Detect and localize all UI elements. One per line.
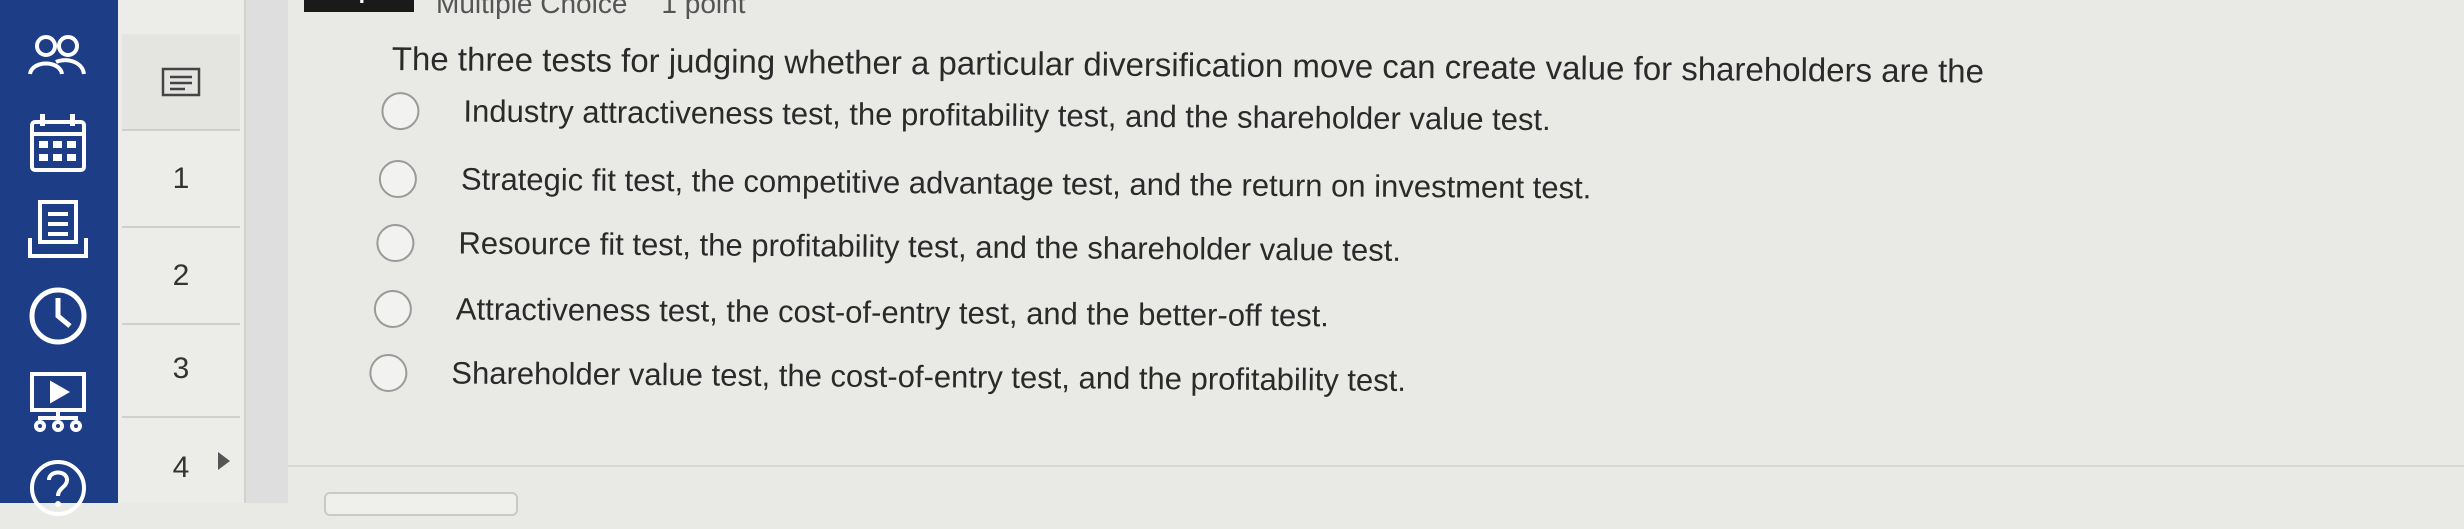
answer-label: Resource fit test, the profitability tes… [458, 225, 1402, 268]
clock-icon[interactable] [22, 280, 94, 352]
question-meta: Multiple Choice 1 point [436, 0, 780, 20]
gutter [246, 0, 288, 503]
question-link-2[interactable]: 2 [122, 228, 240, 325]
answer-option-3[interactable]: Resource fit test, the profitability tes… [376, 223, 1402, 270]
question-link-1[interactable]: 1 [122, 131, 240, 228]
radio-button[interactable] [378, 159, 418, 199]
question-points: 1 point [661, 0, 746, 19]
question-list-toggle[interactable] [122, 34, 240, 131]
question-number: 4 [304, 0, 414, 12]
list-icon [161, 67, 201, 96]
inbox-icon[interactable] [22, 194, 94, 266]
radio-button[interactable] [376, 223, 415, 263]
question-link-3[interactable]: 3 [122, 321, 240, 418]
radio-button[interactable] [381, 91, 420, 131]
answer-label: Shareholder value test, the cost-of-entr… [451, 355, 1407, 398]
answer-option-5[interactable]: Shareholder value test, the cost-of-entr… [369, 353, 1407, 400]
commons-icon[interactable] [22, 366, 94, 438]
question-navigator: 1 2 3 4 [118, 0, 246, 503]
answer-option-1[interactable]: Industry attractiveness test, the profit… [381, 91, 1551, 139]
next-button[interactable] [324, 492, 518, 516]
radio-button[interactable] [369, 353, 408, 393]
calendar-icon[interactable] [22, 108, 94, 180]
help-icon[interactable] [22, 452, 94, 524]
answer-label: Attractiveness test, the cost-of-entry t… [455, 291, 1330, 334]
question-panel: 4 Multiple Choice 1 point The three tests… [288, 0, 2464, 516]
divider [288, 465, 2464, 467]
current-question-arrow-icon [218, 452, 230, 470]
people-icon[interactable] [22, 22, 94, 94]
answer-option-2[interactable]: Strategic fit test, the competitive adva… [378, 159, 1592, 208]
question-body: The three tests for judging whether a pa… [369, 40, 2292, 398]
question-type: Multiple Choice [436, 0, 628, 19]
question-stem: The three tests for judging whether a pa… [391, 40, 1985, 90]
global-nav [0, 0, 118, 516]
answer-label: Industry attractiveness test, the profit… [463, 93, 1551, 138]
answer-option-4[interactable]: Attractiveness test, the cost-of-entry t… [373, 289, 1330, 335]
radio-button[interactable] [373, 289, 413, 329]
answer-label: Strategic fit test, the competitive adva… [460, 161, 1592, 206]
